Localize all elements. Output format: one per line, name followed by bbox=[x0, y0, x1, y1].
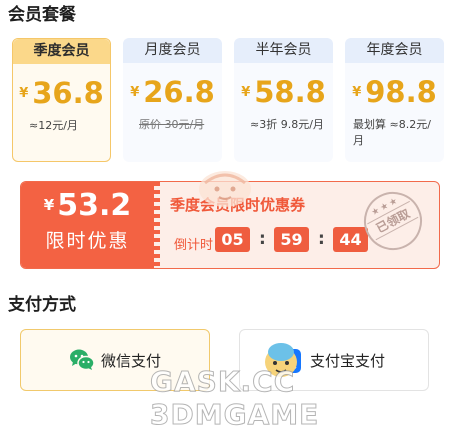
coupon-perforation bbox=[154, 182, 160, 268]
payment-section-title: 支付方式 bbox=[8, 295, 76, 315]
coupon-price: ¥53.2 bbox=[21, 188, 154, 223]
currency-symbol: ¥ bbox=[241, 85, 251, 100]
original-price: 原价 30元/月 bbox=[139, 118, 205, 131]
plan-note: 原价 30元/月 bbox=[139, 117, 222, 133]
price-value: 58.8 bbox=[254, 75, 326, 109]
countdown-separator: : bbox=[318, 229, 325, 249]
watermark-text: GASK.CC 3DMGAME bbox=[150, 365, 320, 431]
plan-price: ¥36.8 bbox=[13, 76, 110, 110]
plan-note-line1: 最划算 ≈8.2元/ bbox=[353, 118, 431, 131]
plan-note: 最划算 ≈8.2元/ 月 bbox=[353, 117, 444, 149]
countdown-separator: : bbox=[259, 229, 266, 249]
price-value: 36.8 bbox=[32, 76, 104, 110]
plan-card-monthly[interactable]: 月度会员 ¥26.8 原价 30元/月 bbox=[123, 38, 222, 162]
plan-name: 半年会员 bbox=[234, 38, 333, 63]
countdown-hours: 05 bbox=[215, 227, 250, 252]
currency-symbol: ¥ bbox=[352, 85, 362, 100]
coupon-label: 限时优惠 bbox=[45, 230, 130, 252]
price-value: 26.8 bbox=[143, 75, 215, 109]
wechat-icon bbox=[69, 348, 95, 376]
plan-name: 季度会员 bbox=[13, 39, 110, 64]
plan-note: ≈12元/月 bbox=[29, 119, 78, 132]
currency-symbol: ¥ bbox=[130, 85, 140, 100]
plan-card-quarterly[interactable]: 季度会员 ¥36.8 ≈12元/月 bbox=[12, 38, 111, 162]
plans-section-title: 会员套餐 bbox=[8, 5, 76, 25]
coupon-price-value: 53.2 bbox=[57, 188, 132, 223]
plan-name: 年度会员 bbox=[345, 38, 444, 63]
countdown-seconds: 44 bbox=[333, 227, 368, 252]
coupon-price-panel: ¥53.2 限时优惠 bbox=[21, 182, 154, 268]
countdown-minutes: 59 bbox=[274, 227, 309, 252]
plan-list: 季度会员 ¥36.8 ≈12元/月 月度会员 ¥26.8 原价 30元/月 半年… bbox=[12, 38, 444, 162]
plan-price: ¥26.8 bbox=[123, 75, 222, 109]
plan-card-yearly[interactable]: 年度会员 ¥98.8 最划算 ≈8.2元/ 月 bbox=[345, 38, 444, 162]
plan-name: 月度会员 bbox=[123, 38, 222, 63]
plan-note: ≈3折 9.8元/月 bbox=[250, 118, 324, 131]
currency-symbol: ¥ bbox=[19, 86, 29, 101]
watermark-mascot-icon bbox=[199, 171, 251, 207]
plan-price: ¥58.8 bbox=[234, 75, 333, 109]
price-value: 98.8 bbox=[365, 75, 437, 109]
plan-price: ¥98.8 bbox=[345, 75, 444, 109]
plan-card-halfyear[interactable]: 半年会员 ¥58.8 ≈3折 9.8元/月 bbox=[234, 38, 333, 162]
plan-note-line2: 月 bbox=[353, 134, 364, 147]
countdown-label: 倒计时 bbox=[174, 238, 214, 253]
currency-symbol: ¥ bbox=[43, 196, 55, 214]
